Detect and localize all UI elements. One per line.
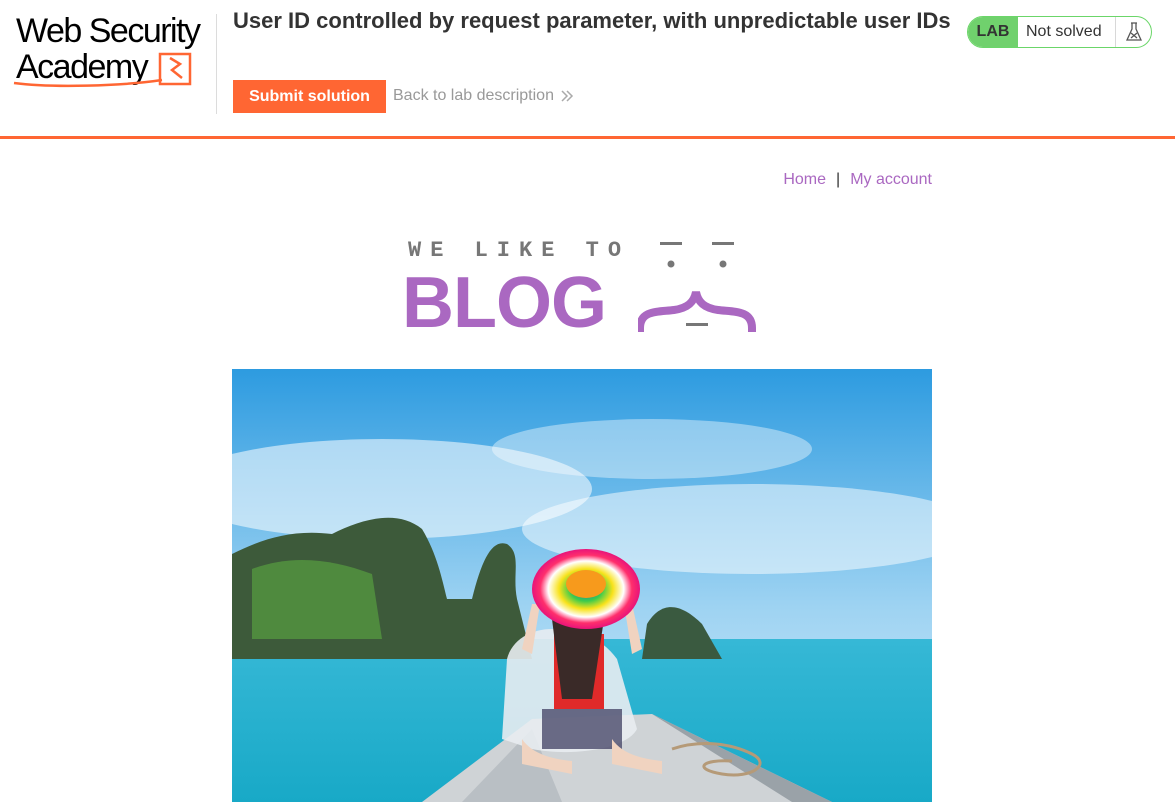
banner-word: BLOG (402, 263, 607, 343)
blog-banner: WE LIKE TO BLOG (402, 236, 762, 343)
nav-home-link[interactable]: Home (783, 171, 826, 189)
logo-mark-icon (13, 52, 192, 88)
lab-status-widget: LAB Not solved (967, 16, 1152, 48)
nav-my-account-link[interactable]: My account (850, 171, 932, 189)
travel-photo-icon (232, 369, 932, 802)
lab-badge: LAB (968, 17, 1018, 47)
back-to-lab-description-link[interactable]: Back to lab description (393, 87, 574, 105)
banner-tagline: WE LIKE TO (408, 238, 631, 263)
blog-face-icon (638, 242, 757, 333)
lab-title: User ID controlled by request parameter,… (233, 8, 951, 33)
web-security-academy-logo[interactable]: Web Security Academy (12, 12, 217, 112)
flask-icon (1116, 17, 1151, 47)
header-divider (216, 14, 217, 114)
blog-post-image[interactable] (232, 369, 932, 802)
submit-solution-button[interactable]: Submit solution (233, 80, 386, 113)
double-chevron-right-icon (561, 90, 574, 102)
back-link-label: Back to lab description (393, 87, 554, 104)
lab-status-text: Not solved (1018, 17, 1116, 47)
nav-separator: | (836, 171, 841, 188)
lab-header: Web Security Academy User ID controlled … (0, 0, 1175, 139)
top-navigation: Home | My account (783, 171, 932, 189)
